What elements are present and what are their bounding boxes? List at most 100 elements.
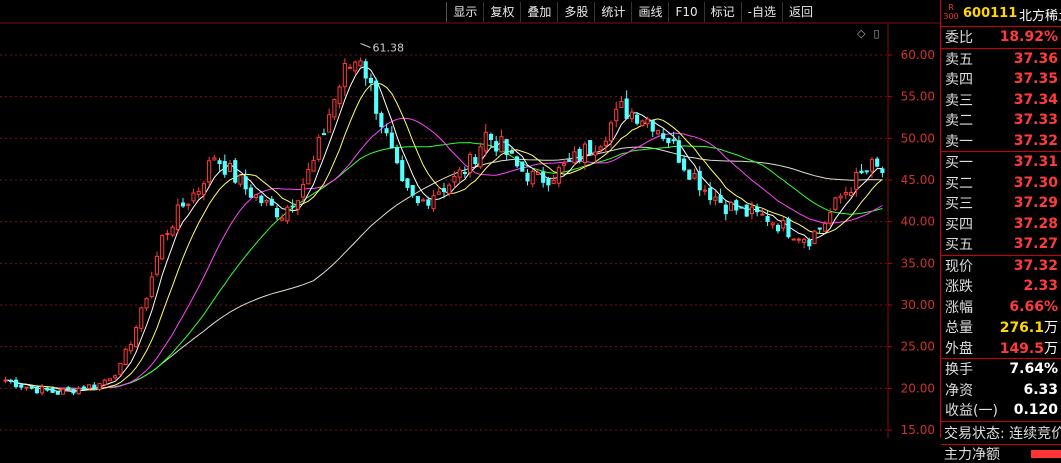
stat-2-label: 涨幅 [945,299,973,316]
extra-0-row: 换手 7.64% [941,359,1061,380]
trade-status: 交易状态: 连续竞价 [941,420,1061,444]
stat-2-row: 涨幅 6.66% [941,297,1061,318]
stock-name[interactable]: 北方稀土 [1019,5,1061,24]
candle-body-86 [452,176,457,183]
candle-body-135 [708,187,713,201]
candle-body-105 [551,179,556,185]
toolbar-button-3[interactable]: 多股 [557,2,594,22]
candle-body-65 [342,62,347,88]
bid-3-value: 37.29 [1014,195,1058,211]
bid-4-value: 37.28 [1014,216,1058,232]
candle-body-147 [770,222,775,226]
chart-icons: ◇ ▯ [857,27,880,40]
candle-body-40 [212,157,217,161]
candle-body-119 [624,98,629,119]
candle-body-145 [760,213,765,216]
candle-body-34 [180,202,186,207]
candle-body-9 [50,388,55,393]
stat-4-number: 149.5 [999,340,1044,357]
candle-body-146 [765,216,770,222]
toolbar-button-0[interactable]: 显示 [446,2,483,22]
candle-body-8 [45,387,50,391]
candle-body-61 [321,133,327,136]
candle-body-43 [227,162,233,172]
ask-2-label: 卖二 [945,113,973,130]
toolbar-button-9[interactable]: 返回 [781,2,819,22]
diamond-icon[interactable]: ◇ [857,27,865,40]
candle-body-139 [728,202,734,211]
bid-5-label: 买五 [945,237,973,254]
bid-3-row: 买三 37.29 [941,193,1061,214]
candle-body-7 [40,386,45,394]
candle-body-47 [248,187,253,198]
bid-1-row: 买一 37.31 [941,152,1061,173]
quote-panel: R 300 600111 北方稀土 委比 18.92% 卖五 37.36 卖四 37.… [940,0,1061,463]
candle-body-83 [436,191,441,195]
toolbar-button-2[interactable]: 叠加 [520,2,557,22]
candle-body-89 [468,153,473,174]
candle-body-102 [535,172,541,175]
candle-body-118 [619,101,624,109]
bid-5-row: 买五 37.27 [941,234,1061,255]
ask-2-number: 37.33 [1013,112,1058,129]
candle-body-78 [410,185,415,196]
main-net-flow-label: 主力净额 [944,446,1000,463]
candle-body-56 [295,200,300,210]
extra-2-number: 0.120 [1013,402,1058,419]
candle-body-68 [358,60,363,67]
toolbar-button-6[interactable]: F10 [668,2,703,22]
bid-4-row: 买四 37.28 [941,214,1061,235]
candle-body-70 [368,77,374,84]
ask-3-number: 37.34 [1013,91,1058,108]
stock-code[interactable]: 600111 [963,6,1017,21]
extra-0-label: 换手 [945,362,973,379]
candle-body-75 [394,147,400,164]
stat-0-row: 现价 37.32 [941,256,1061,277]
toolbar-button-7[interactable]: 标记 [703,2,741,22]
ask-1-label: 卖一 [945,133,973,150]
kline-chart-svg[interactable]: 60.00 55.00 50.00 45.00 40.00 35.00 30.00 25.00… [0,0,940,438]
price-stats: 现价 37.32 涨跌 2.33 涨幅 6.66% 总量 276.1万 外盘 149.5万 [941,254,1061,359]
stock-header: R 300 600111 北方稀土 [941,0,1061,27]
stat-4-row: 外盘 149.5万 [941,338,1061,359]
ask-levels: 卖五 37.36 卖四 37.35 卖三 37.34 卖二 37.33 卖一 37.32 [941,47,1061,152]
toolbar-button-4[interactable]: 统计 [594,2,631,22]
kline-chart[interactable]: 60.00 55.00 50.00 45.00 40.00 35.00 30.00 25.00… [0,0,940,438]
main-net-flow: 主力净额 [941,443,1061,463]
candle-body-87 [457,169,462,178]
candle-body-131 [687,169,692,180]
candle-body-130 [682,158,687,171]
ask-5-number: 37.36 [1013,50,1058,67]
candle-body-25 [134,327,139,348]
candle-body-23 [123,348,128,366]
stat-3-value: 276.1万 [1000,317,1058,337]
candle-body-153 [802,238,807,243]
candle-body-38 [201,183,206,195]
candle-body-10 [55,391,60,395]
candle-body-17 [92,384,97,389]
candle-body-104 [546,178,551,186]
y-tick-label-8: 20.00 [901,381,935,395]
toolbar-button-1[interactable]: 复权 [483,2,520,22]
weibi-value: 18.92% [999,29,1058,46]
high-annotation-arrow [360,43,371,48]
candle-body-71 [374,80,379,114]
candle-body-165 [864,170,869,173]
stat-3-number: 276.1 [999,320,1044,337]
toolbar-button-8[interactable]: -自选 [740,2,782,22]
stat-2-value: 6.66% [1009,299,1058,315]
stat-4-value: 149.5万 [1000,338,1058,358]
candle-body-99 [520,161,525,172]
index-badge: R 300 [943,3,959,21]
candle-body-22 [118,362,123,375]
ma20-line [5,117,883,390]
ask-5-row: 卖五 37.36 [941,49,1061,70]
candle-body-151 [791,238,796,241]
candle-body-166 [869,159,875,172]
candle-body-98 [514,156,520,167]
extra-0-value: 7.64% [1009,361,1058,377]
weibi-label: 委比 [945,30,973,47]
toolbar-button-5[interactable]: 画线 [631,2,668,22]
candle-body-19 [102,379,107,386]
window-icon[interactable]: ▯ [873,27,879,40]
